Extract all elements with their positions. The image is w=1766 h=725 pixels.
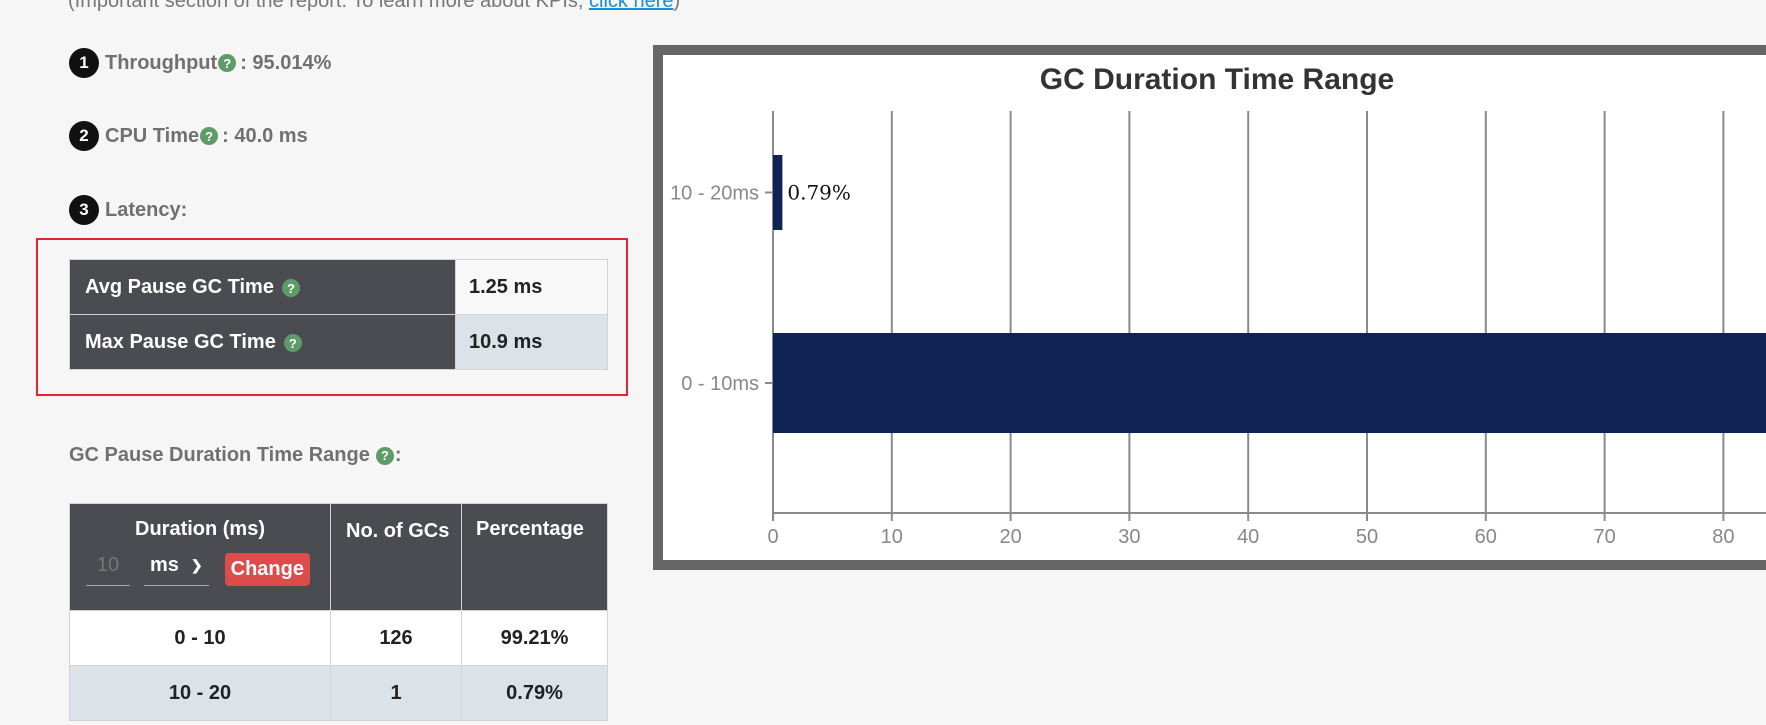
y-tick-label: 0 - 10ms [681, 373, 759, 395]
bar [773, 155, 783, 230]
x-tick-label: 60 [1475, 526, 1497, 548]
header-no-of-gcs: No. of GCs [330, 503, 462, 611]
latency-table: Avg Pause GC Time? 1.25 ms Max Pause GC … [69, 259, 608, 370]
header-duration-label: Duration (ms) [135, 518, 265, 540]
table-header-row: Duration (ms) ms ❯ Change No. of GCs Per… [69, 503, 608, 611]
section-title: GC Pause Duration Time Range ? : [69, 444, 401, 467]
x-tick-label: 20 [999, 526, 1021, 548]
max-pause-label: Max Pause GC Time [85, 330, 276, 353]
x-tick-label: 80 [1712, 526, 1734, 548]
gc-duration-chart: 010203040506070809010010 - 20ms0.79%0 - … [670, 111, 1766, 548]
chart-area: GC Duration Time Range 0 10 20 30 40 50 60 70 80… [663, 55, 1766, 560]
data-label: 0.79% [787, 181, 851, 205]
x-tick-label: 40 [1237, 526, 1259, 548]
max-pause-value: 10.9 ms [455, 314, 608, 370]
x-tick-label: 10 [881, 526, 903, 548]
table-row: 10 - 20 1 0.79% [69, 665, 608, 721]
max-pause-label-cell: Max Pause GC Time? [69, 314, 456, 370]
cell-pct: 0.79% [461, 665, 608, 721]
kpi-throughput-label: Throughput [105, 51, 218, 74]
help-icon[interactable]: ? [281, 279, 300, 297]
cell-count: 126 [330, 610, 462, 666]
header-duration: Duration (ms) ms ❯ Change [69, 503, 331, 611]
section-title-text: GC Pause Duration Time Range [69, 444, 370, 466]
help-icon[interactable]: ? [375, 446, 394, 465]
x-tick-label: 50 [1356, 526, 1378, 548]
unit-select[interactable]: ms ❯ [144, 554, 209, 586]
kpi-throughput-value: : 95.014% [240, 51, 332, 74]
kpi-throughput: 1 Throughput ? : 95.014% [69, 48, 331, 78]
step-number-1: 1 [69, 48, 99, 78]
top-note: (Important section of the report. To lea… [68, 0, 680, 13]
unit-select-value: ms [150, 553, 179, 576]
avg-pause-label-cell: Avg Pause GC Time? [69, 259, 456, 315]
table-row: Avg Pause GC Time? 1.25 ms [69, 259, 608, 315]
x-tick-label: 0 [767, 526, 778, 548]
click-here-link[interactable]: click here [589, 0, 673, 12]
section-title-suffix: : [394, 444, 402, 466]
x-tick-label: 30 [1118, 526, 1140, 548]
cell-range: 0 - 10 [69, 610, 331, 666]
duration-input[interactable] [86, 553, 130, 586]
top-note-end: ) [673, 0, 681, 12]
header-percentage: Percentage [461, 503, 608, 611]
chart-frame: GC Duration Time Range 0 10 20 30 40 50 60 70 80… [653, 45, 1766, 570]
kpi-latency-label: Latency: [105, 198, 188, 221]
kpi-cpu-time-value: : 40.0 ms [222, 124, 308, 147]
x-tick-label: 70 [1593, 526, 1615, 548]
help-icon[interactable]: ? [218, 54, 237, 72]
help-icon[interactable]: ? [283, 334, 302, 352]
change-button[interactable]: Change [224, 553, 310, 586]
top-note-text: (Important section of the report. To lea… [68, 0, 584, 12]
avg-pause-value: 1.25 ms [455, 259, 608, 315]
cell-pct: 99.21% [461, 610, 608, 666]
duration-controls: ms ❯ Change [71, 553, 329, 586]
cell-count: 1 [330, 665, 462, 721]
avg-pause-label: Avg Pause GC Time [85, 275, 274, 298]
kpi-latency: 3 Latency: [69, 195, 187, 225]
kpi-cpu-time-label: CPU Time [105, 124, 200, 147]
bar [773, 333, 1766, 433]
help-icon[interactable]: ? [200, 127, 219, 145]
cell-range: 10 - 20 [69, 665, 331, 721]
step-number-3: 3 [69, 195, 99, 225]
duration-table: Duration (ms) ms ❯ Change No. of GCs Per… [69, 503, 608, 721]
table-row: Max Pause GC Time? 10.9 ms [69, 314, 608, 370]
chevron-down-icon: ❯ [190, 556, 203, 573]
table-row: 0 - 10 126 99.21% [69, 610, 608, 666]
step-number-2: 2 [69, 121, 99, 151]
kpi-cpu-time: 2 CPU Time ? : 40.0 ms [69, 121, 308, 151]
y-tick-label: 10 - 20ms [670, 183, 759, 205]
